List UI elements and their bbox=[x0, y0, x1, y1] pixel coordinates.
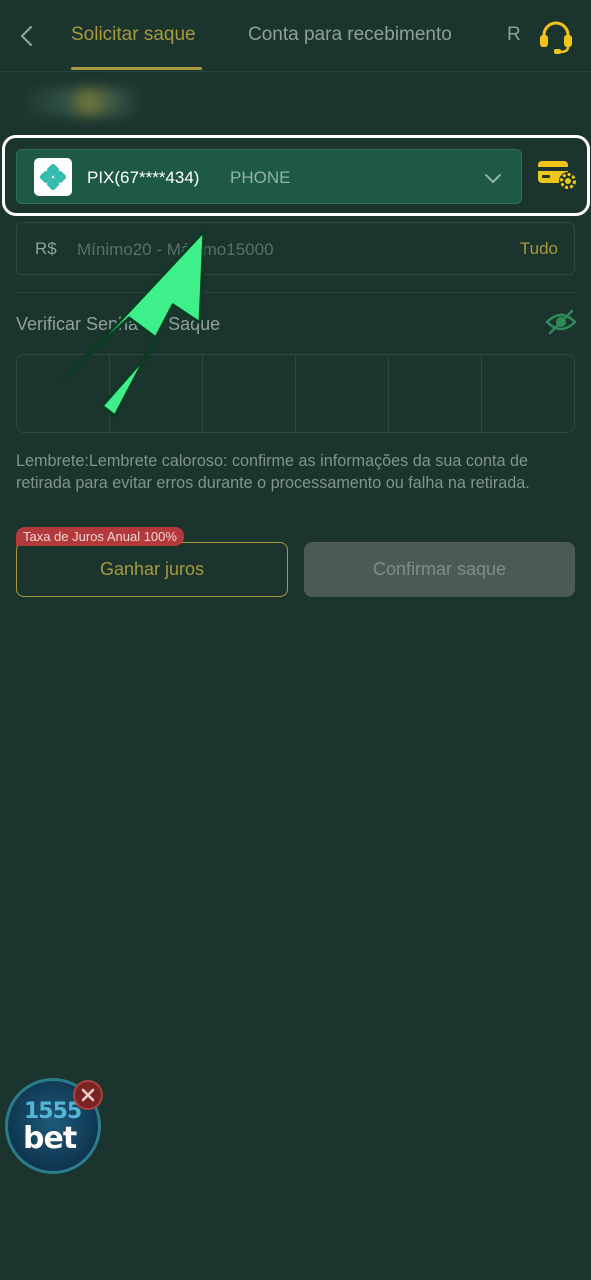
active-tab-indicator bbox=[71, 67, 202, 70]
top-nav: Solicitar saque Conta para recebimento R bbox=[0, 0, 591, 72]
chevron-down-icon[interactable] bbox=[483, 168, 503, 188]
withdraw-account-select[interactable]: PIX(67****434) PHONE bbox=[16, 149, 522, 204]
balance-blurred bbox=[22, 88, 140, 116]
tab-registros[interactable]: R bbox=[507, 24, 521, 46]
pointer-arrow-icon bbox=[60, 229, 206, 418]
reminder-text: Lembrete:Lembrete caloroso: confirme as … bbox=[16, 452, 530, 492]
pix-account-label: PIX(67****434) bbox=[87, 168, 200, 187]
pix-key-type: PHONE bbox=[230, 168, 291, 187]
tab-conta-recebimento[interactable]: Conta para recebimento bbox=[248, 24, 452, 46]
support-button[interactable] bbox=[537, 18, 575, 56]
confirm-withdraw-button[interactable]: Confirmar saque bbox=[304, 542, 575, 597]
password-digit[interactable] bbox=[203, 355, 296, 432]
card-settings-icon bbox=[538, 161, 577, 190]
currency-label: R$ bbox=[35, 239, 57, 258]
tab-solicitar-saque[interactable]: Solicitar saque bbox=[71, 24, 196, 46]
password-visibility-toggle[interactable] bbox=[545, 308, 577, 336]
interest-rate-badge: Taxa de Juros Anual 100% bbox=[16, 527, 184, 546]
password-digit[interactable] bbox=[296, 355, 389, 432]
manage-cards-button[interactable] bbox=[536, 157, 578, 191]
all-amount-button[interactable]: Tudo bbox=[520, 239, 558, 259]
chevron-left-icon bbox=[20, 25, 33, 47]
pix-icon bbox=[34, 158, 72, 196]
password-digit[interactable] bbox=[389, 355, 482, 432]
earn-interest-button[interactable]: Ganhar juros bbox=[16, 542, 288, 597]
eye-off-icon bbox=[545, 309, 577, 335]
promo-floating-badge[interactable]: 1555 bet bbox=[5, 1078, 103, 1176]
close-icon[interactable] bbox=[73, 1080, 103, 1110]
back-button[interactable] bbox=[14, 22, 38, 50]
password-digit[interactable] bbox=[482, 355, 574, 432]
headset-icon bbox=[540, 21, 572, 54]
